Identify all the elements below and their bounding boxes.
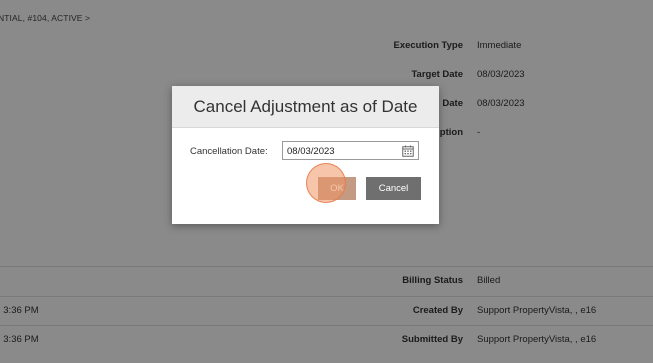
cancel-adjustment-dialog: Cancel Adjustment as of Date Cancellatio… — [172, 86, 439, 224]
calendar-icon[interactable] — [402, 145, 414, 157]
cancel-button[interactable]: Cancel — [366, 177, 421, 200]
dialog-header: Cancel Adjustment as of Date — [172, 86, 439, 128]
cancellation-date-label: Cancellation Date: — [190, 146, 268, 157]
dialog-title: Cancel Adjustment as of Date — [193, 97, 418, 116]
cancellation-date-value[interactable]: 08/03/2023 — [287, 146, 335, 157]
click-indicator — [306, 163, 346, 203]
cancellation-date-field[interactable]: 08/03/2023 — [282, 141, 419, 160]
